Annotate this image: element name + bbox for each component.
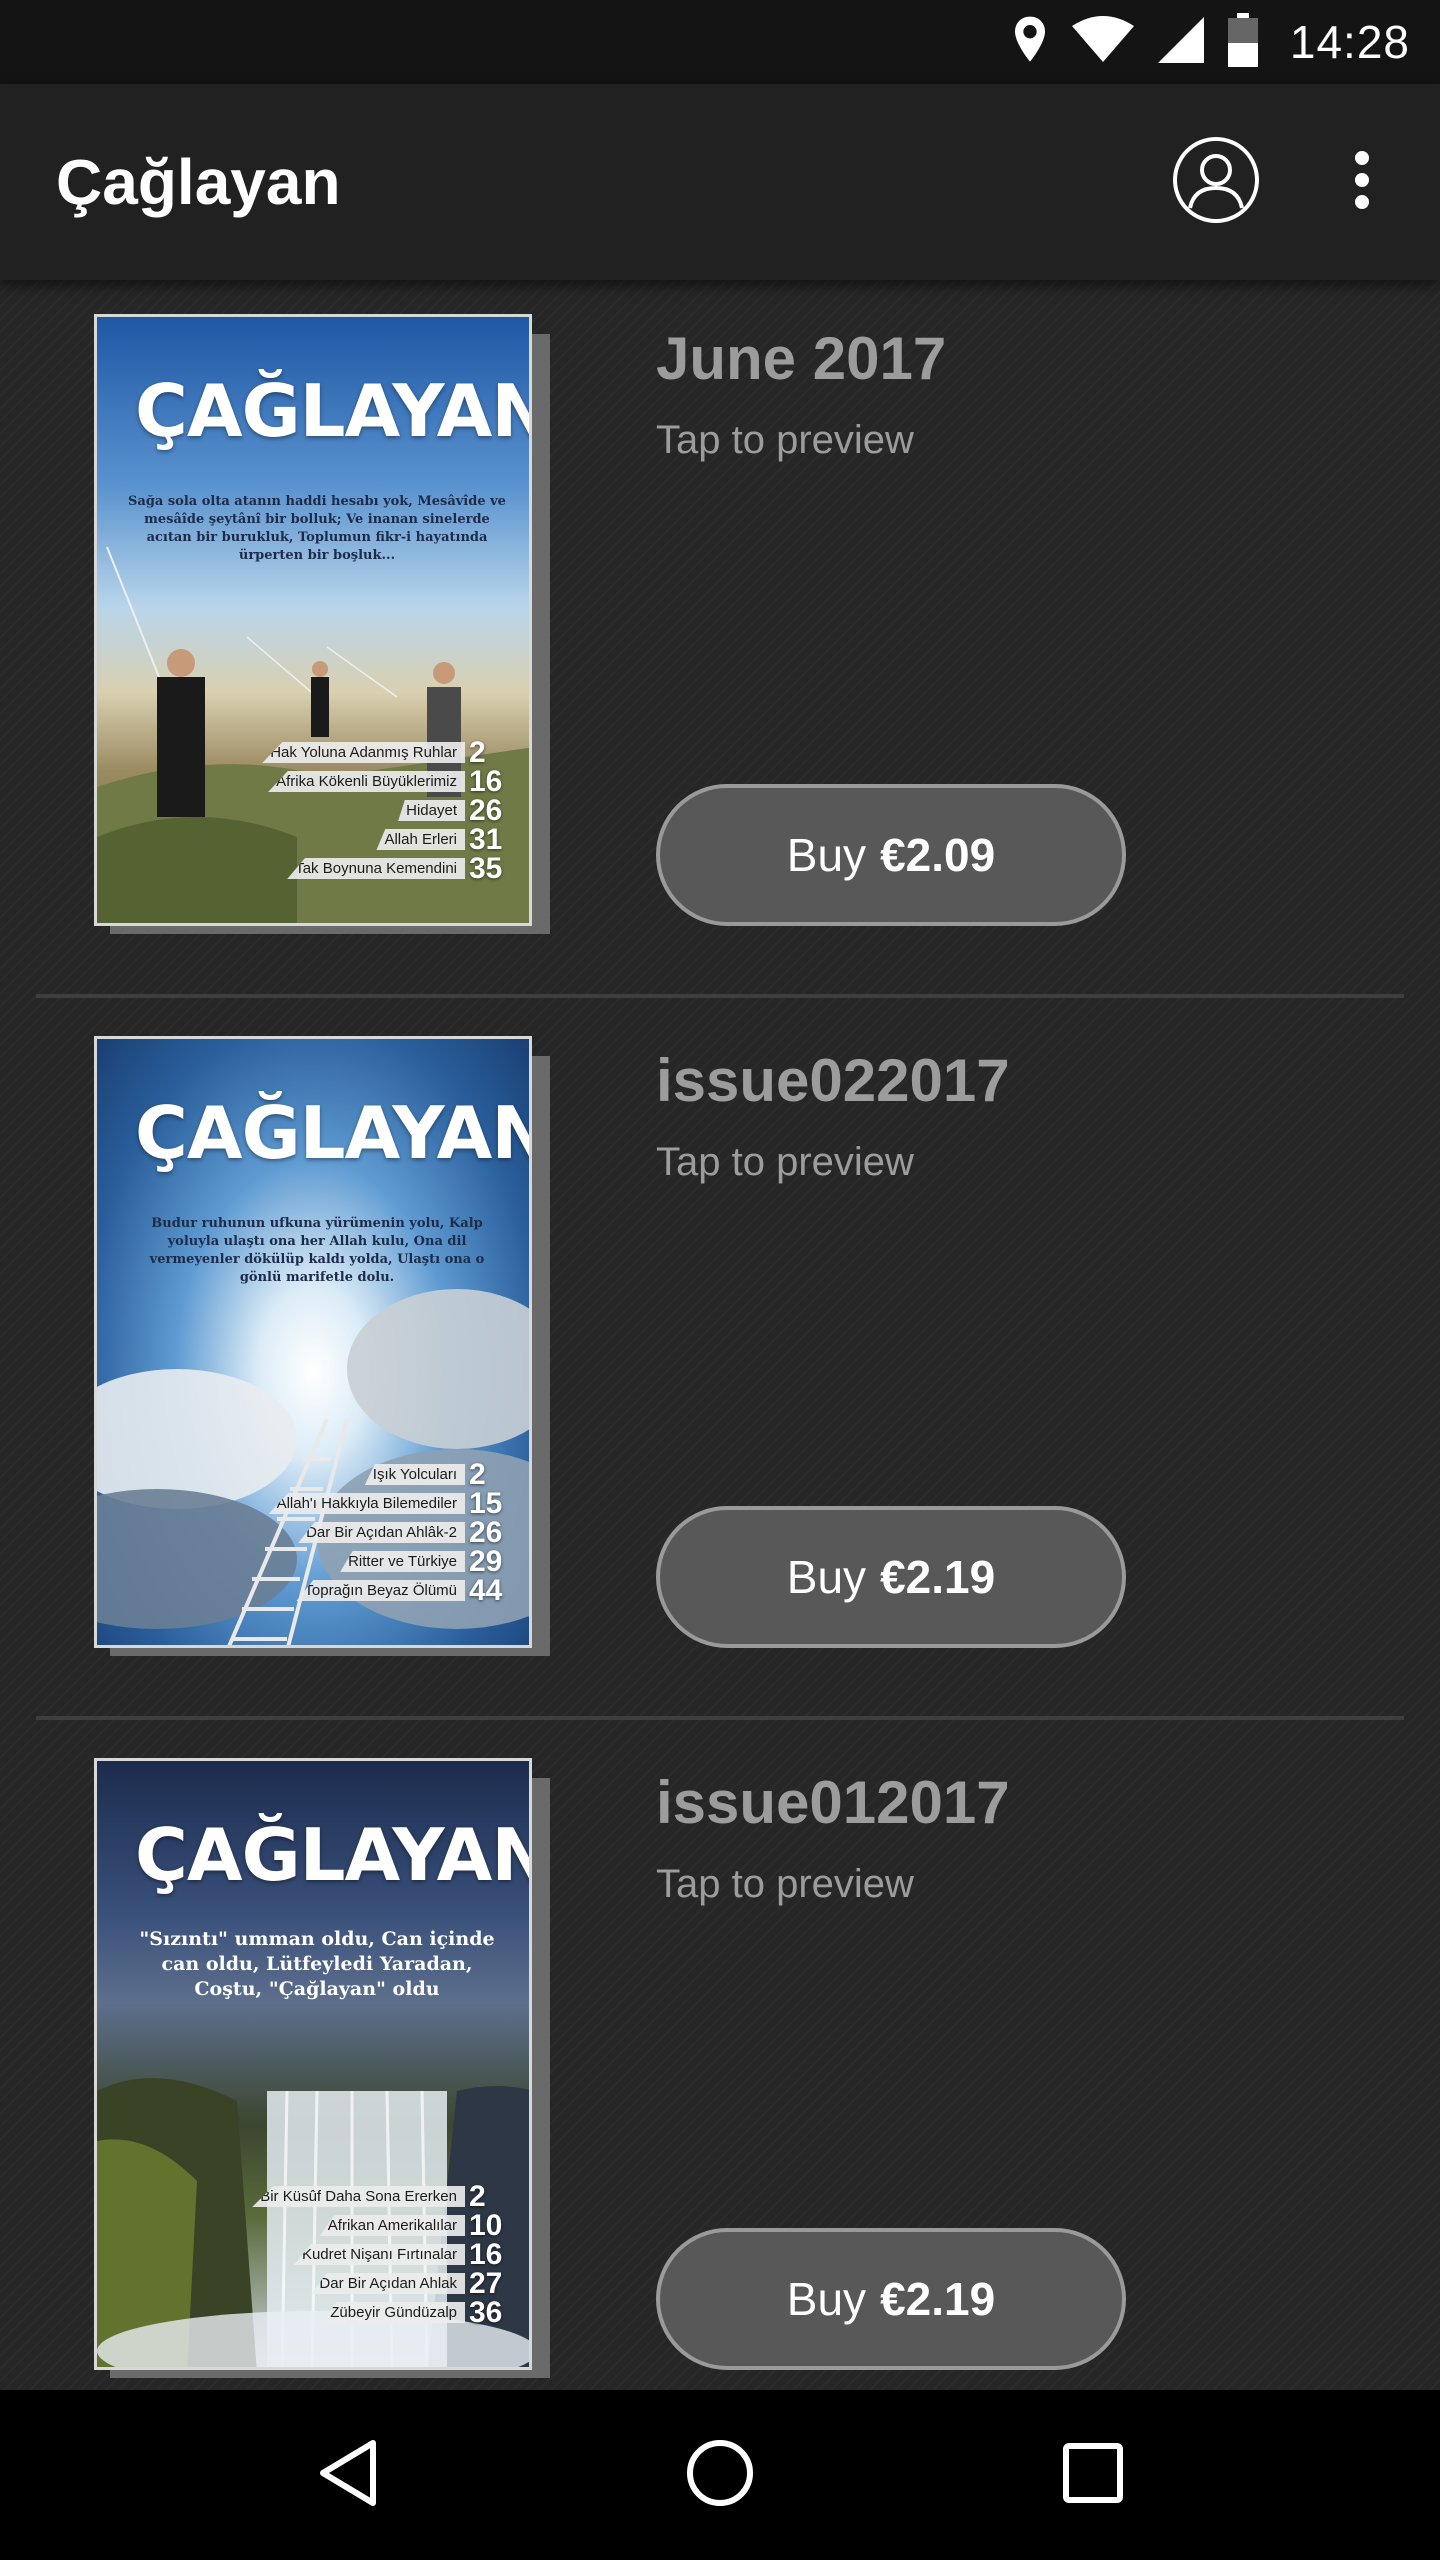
buy-label: Buy (786, 1551, 867, 1603)
issue-list[interactable]: ÇAĞLAYAN Sağa sola olta atanın haddi hes… (0, 280, 1440, 2390)
cover-poem: Sağa sola olta atanın haddi hesabı yok, … (128, 494, 506, 563)
location-icon (1010, 15, 1050, 70)
issue-item[interactable]: ÇAĞLAYAN "Sızıntı" umman oldu, Can içind… (0, 1724, 1440, 2390)
system-nav-bar (0, 2390, 1440, 2560)
issue-cover[interactable]: ÇAĞLAYAN "Sızıntı" umman oldu, Can içind… (94, 1758, 532, 2370)
signal-icon (1156, 15, 1206, 70)
issue-title[interactable]: issue022017 (656, 1046, 1010, 1115)
nav-recents-button[interactable] (1038, 2420, 1148, 2530)
buy-button[interactable]: Buy €2.19 (656, 1506, 1126, 1648)
account-button[interactable] (1172, 136, 1260, 229)
buy-label: Buy (786, 2273, 867, 2325)
issue-cover[interactable]: ÇAĞLAYAN Budur ruhunun ufkuna yürümenin … (94, 1036, 532, 1648)
tap-to-preview-label[interactable]: Tap to preview (656, 418, 914, 463)
more-vert-icon (1354, 150, 1370, 215)
back-triangle-icon (315, 2437, 379, 2514)
wifi-icon (1071, 15, 1134, 69)
battery-icon (1227, 12, 1258, 72)
toc-row: Bir Küsûf Daha Sona Ererken 2 (209, 2180, 509, 2213)
overflow-menu-button[interactable] (1330, 128, 1394, 236)
cover-toc: Hak Yoluna Adanmış Ruhlar 2 Afrika Kökenl… (209, 736, 509, 885)
issue-item[interactable]: ÇAĞLAYAN Budur ruhunun ufkuna yürümenin … (0, 1002, 1440, 1724)
divider (36, 1716, 1404, 1720)
cover-logo: ÇAĞLAYAN (135, 369, 532, 453)
tap-to-preview-label[interactable]: Tap to preview (656, 1862, 914, 1907)
toc-row: Hidayet 26 (209, 794, 509, 827)
toc-row: Kudret Nişanı Fırtınalar 16 (209, 2238, 509, 2271)
toc-row: Allah Erleri 31 (209, 823, 509, 856)
toc-row: Dar Bir Açıdan Ahlâk-2 26 (209, 1516, 509, 1549)
recents-square-icon (1062, 2442, 1124, 2509)
toc-row: Hak Yoluna Adanmış Ruhlar 2 (209, 736, 509, 769)
page-title: Çağlayan (56, 146, 341, 218)
account-circle-icon (1172, 136, 1260, 229)
cover-stack: ÇAĞLAYAN "Sızıntı" umman oldu, Can içind… (94, 1758, 554, 2378)
toc-row: Işık Yolcuları 2 (209, 1458, 509, 1491)
app-bar: Çağlayan (0, 84, 1440, 280)
toc-row: Tak Boynuna Kemendini 35 (209, 852, 509, 885)
cover-toc: Işık Yolcuları 2 Allah'ı Hakkıyla Bilemed… (209, 1458, 509, 1607)
price: €2.19 (880, 2273, 996, 2325)
cover-poem: "Sızıntı" umman oldu, Can içinde can old… (139, 1928, 495, 2000)
buy-button[interactable]: Buy €2.09 (656, 784, 1126, 926)
toc-row: Allah'ı Hakkıyla Bilemediler 15 (209, 1487, 509, 1520)
cover-logo: ÇAĞLAYAN (135, 1813, 532, 1897)
divider (36, 994, 1404, 998)
price: €2.09 (880, 829, 996, 881)
cover-stack: ÇAĞLAYAN Sağa sola olta atanın haddi hes… (94, 314, 554, 934)
toc-row: Toprağın Beyaz Ölümü 44 (209, 1574, 509, 1607)
nav-back-button[interactable] (292, 2420, 402, 2530)
toc-row: Dar Bir Açıdan Ahlak 27 (209, 2267, 509, 2300)
issue-title[interactable]: issue012017 (656, 1768, 1010, 1837)
toc-row: Ritter ve Türkiye 29 (209, 1545, 509, 1578)
status-time: 14:28 (1289, 16, 1410, 68)
cover-logo: ÇAĞLAYAN (135, 1091, 532, 1175)
buy-button[interactable]: Buy €2.19 (656, 2228, 1126, 2370)
price: €2.19 (880, 1551, 996, 1603)
tap-to-preview-label[interactable]: Tap to preview (656, 1140, 914, 1185)
toc-row: Afrikan Amerikalılar 10 (209, 2209, 509, 2242)
cover-toc: Bir Küsûf Daha Sona Ererken 2 Afrikan Ame… (209, 2180, 509, 2329)
status-bar: 14:28 (0, 0, 1440, 84)
home-circle-icon (685, 2438, 755, 2513)
issue-item[interactable]: ÇAĞLAYAN Sağa sola olta atanın haddi hes… (0, 280, 1440, 1002)
toc-row: Afrika Kökenli Büyüklerimiz 16 (209, 765, 509, 798)
issue-cover[interactable]: ÇAĞLAYAN Sağa sola olta atanın haddi hes… (94, 314, 532, 926)
issue-title[interactable]: June 2017 (656, 324, 946, 393)
buy-label: Buy (786, 829, 867, 881)
toc-row: Zübeyir Gündüzalp 36 (209, 2296, 509, 2329)
nav-home-button[interactable] (665, 2420, 775, 2530)
cover-stack: ÇAĞLAYAN Budur ruhunun ufkuna yürümenin … (94, 1036, 554, 1656)
cover-poem: Budur ruhunun ufkuna yürümenin yolu, Kal… (149, 1216, 485, 1285)
